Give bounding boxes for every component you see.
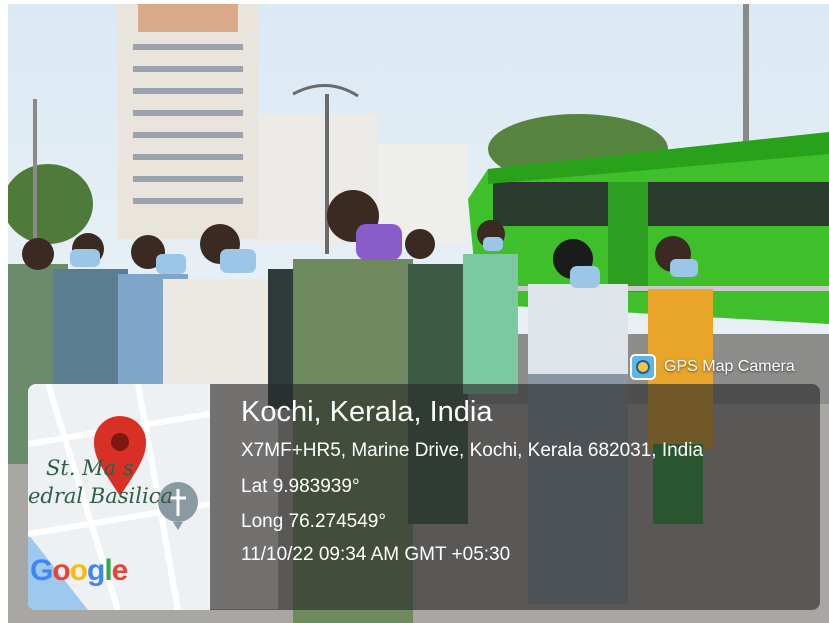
gps-camera-icon	[630, 354, 656, 380]
latitude: Lat 9.983939°	[241, 476, 360, 497]
gps-badge-label: GPS Map Camera	[664, 358, 795, 375]
longitude: Long 76.274549°	[241, 511, 386, 532]
street-lamp	[325, 94, 329, 254]
timestamp: 11/10/22 09:34 AM GMT +05:30	[241, 544, 511, 565]
geotagged-photo: GPS Map Camera St. Ma s edral Basilica G…	[0, 0, 829, 623]
street-address: X7MF+HR5, Marine Drive, Kochi, Kerala 68…	[241, 440, 704, 461]
location-info-panel: Kochi, Kerala, India X7MF+HR5, Marine Dr…	[210, 384, 820, 610]
place-name: Kochi, Kerala, India	[241, 396, 493, 428]
map-label-line1: St. Ma s	[46, 456, 134, 480]
gps-map-camera-badge: GPS Map Camera	[630, 352, 795, 382]
google-logo: Google	[30, 554, 128, 587]
map-label-line2: edral Basilica	[28, 484, 173, 508]
location-overlay: St. Ma s edral Basilica Google Kochi, Ke…	[28, 384, 820, 610]
map-thumbnail: St. Ma s edral Basilica Google	[28, 384, 210, 610]
